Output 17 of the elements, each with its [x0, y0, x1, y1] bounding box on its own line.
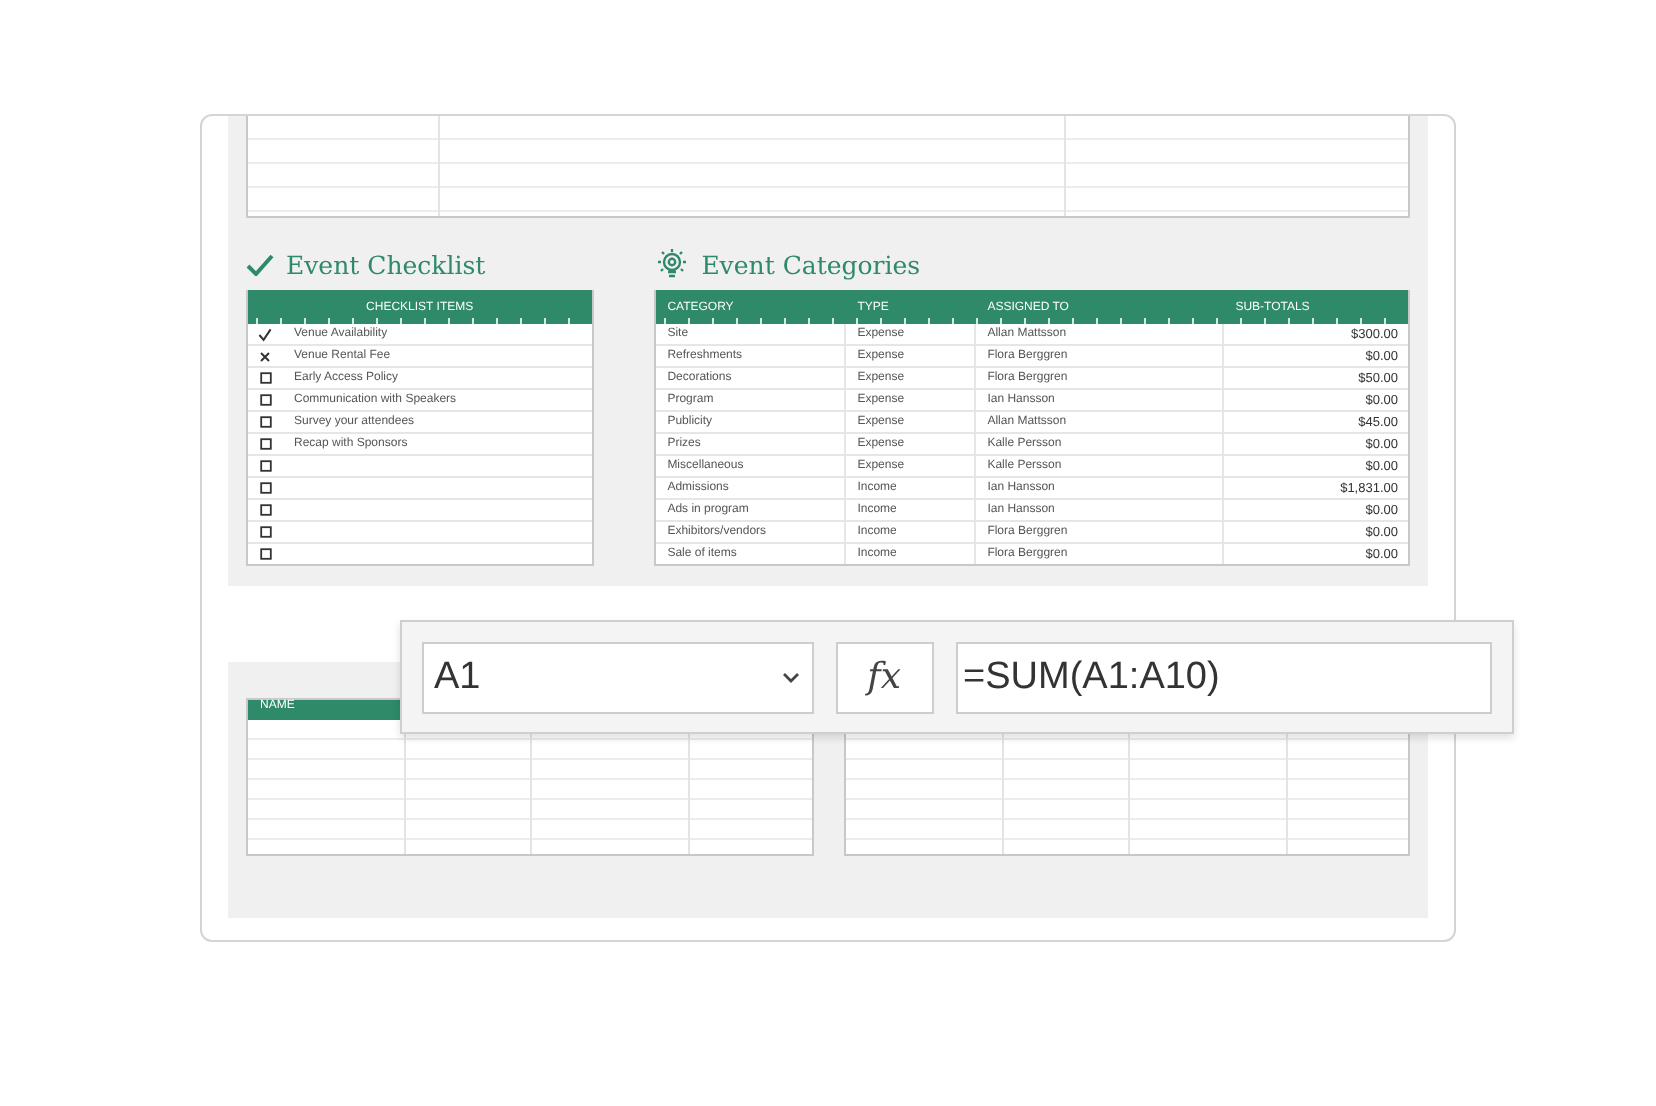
checkbox-icon[interactable]: [259, 460, 271, 472]
lightbulb-icon: [653, 247, 690, 281]
checkbox-icon[interactable]: [259, 482, 271, 494]
function-button[interactable]: fx: [835, 641, 934, 713]
checkbox-icon[interactable]: [259, 394, 271, 406]
name-box[interactable]: A1: [422, 641, 814, 713]
checkbox-icon[interactable]: [259, 526, 271, 538]
checkbox-icon[interactable]: [259, 438, 271, 450]
checkbox-icon[interactable]: [259, 416, 271, 428]
checkbox-icon[interactable]: [259, 504, 271, 516]
section-title: Event Categories: [701, 249, 921, 279]
caret-icon: [781, 671, 800, 683]
checkbox-icon[interactable]: [259, 548, 271, 560]
section-title: Event Checklist: [286, 249, 486, 279]
formula-field[interactable]: =SUM(A1:A10): [955, 641, 1492, 713]
checkmark-icon: [246, 253, 274, 275]
checkbox-icon[interactable]: [259, 372, 271, 384]
